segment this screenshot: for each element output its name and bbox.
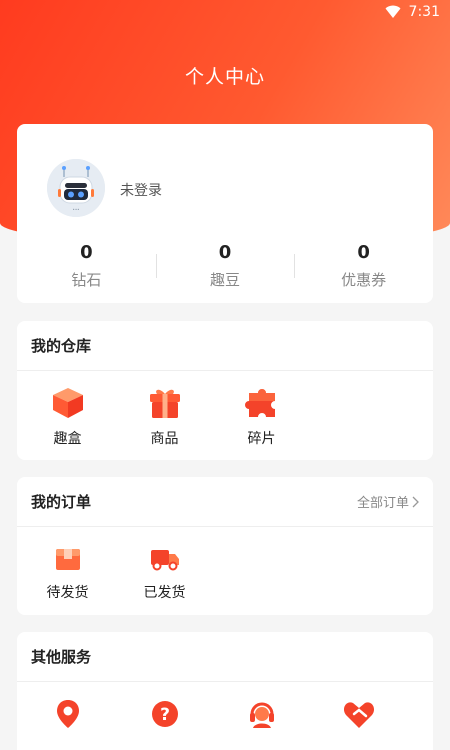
stat-label: 趣豆 <box>210 271 241 289</box>
section-title: 我的订单 <box>31 493 92 511</box>
all-orders-link[interactable]: 全部订单 <box>357 492 419 511</box>
section-title: 我的仓库 <box>31 337 92 355</box>
puzzle-icon <box>244 389 275 417</box>
grid-label: 待发货 <box>46 585 89 601</box>
section-header: 我的仓库 <box>17 321 433 371</box>
truck-icon <box>150 550 179 571</box>
service-item-faq[interactable]: ? <box>116 696 213 739</box>
grid-label: 已发货 <box>143 585 186 601</box>
status-bar: 7:31 <box>0 0 450 24</box>
chevron-right-icon <box>412 496 419 507</box>
grid-label: 趣盒 <box>53 431 82 447</box>
status-time: 7:31 <box>408 4 440 20</box>
warehouse-item-box[interactable]: 趣盒 <box>19 385 116 448</box>
orders-card: 我的订单 全部订单 待发货 已发货 <box>17 477 433 615</box>
location-pin-icon <box>56 700 79 728</box>
stat-beans[interactable]: 0 趣豆 <box>155 242 295 290</box>
page-title: 个人中心 <box>184 66 265 88</box>
grid-label: 商品 <box>150 431 179 447</box>
avatar[interactable]: ••• <box>47 159 105 217</box>
stat-label: 优惠券 <box>341 271 387 289</box>
stat-value: 0 <box>218 242 232 263</box>
question-icon: ? <box>151 701 178 727</box>
robot-avatar-icon: ••• <box>47 159 105 217</box>
service-item-cooperation[interactable] <box>310 696 407 739</box>
stats-row: 0 钻石 0 趣豆 0 优惠券 <box>17 242 433 290</box>
login-status[interactable]: 未登录 <box>120 180 162 200</box>
order-item-pending[interactable]: 待发货 <box>19 543 116 602</box>
service-item-address[interactable] <box>19 696 116 739</box>
warehouse-card: 我的仓库 趣盒 商品 碎片 <box>17 321 433 460</box>
svg-text:?: ? <box>160 705 170 725</box>
service-item-support[interactable] <box>213 696 310 739</box>
warehouse-item-fragments[interactable]: 碎片 <box>213 385 310 448</box>
stat-coupons[interactable]: 0 优惠券 <box>294 242 433 290</box>
customer-service-icon <box>249 702 274 728</box>
stat-value: 0 <box>80 242 93 263</box>
warehouse-item-goods[interactable]: 商品 <box>116 385 213 448</box>
stat-label: 钻石 <box>71 271 102 289</box>
cube-box-icon <box>52 388 83 418</box>
stat-diamonds[interactable]: 0 钻石 <box>17 242 156 290</box>
wifi-icon <box>385 5 401 18</box>
profile-card: ••• 未登录 0 钻石 0 趣豆 0 优惠券 <box>17 124 433 303</box>
section-header: 其他服务 <box>17 632 433 682</box>
grid-label: 碎片 <box>247 431 276 447</box>
order-item-shipped[interactable]: 已发货 <box>116 543 213 602</box>
section-title: 其他服务 <box>31 648 92 666</box>
package-icon <box>55 549 80 570</box>
gift-icon <box>149 389 180 418</box>
svg-text:•••: ••• <box>72 207 79 212</box>
all-orders-label: 全部订单 <box>356 496 409 511</box>
handshake-heart-icon <box>343 702 374 728</box>
section-header: 我的订单 全部订单 <box>17 477 433 527</box>
services-card: 其他服务 ? <box>17 632 433 750</box>
stat-value: 0 <box>357 242 370 263</box>
